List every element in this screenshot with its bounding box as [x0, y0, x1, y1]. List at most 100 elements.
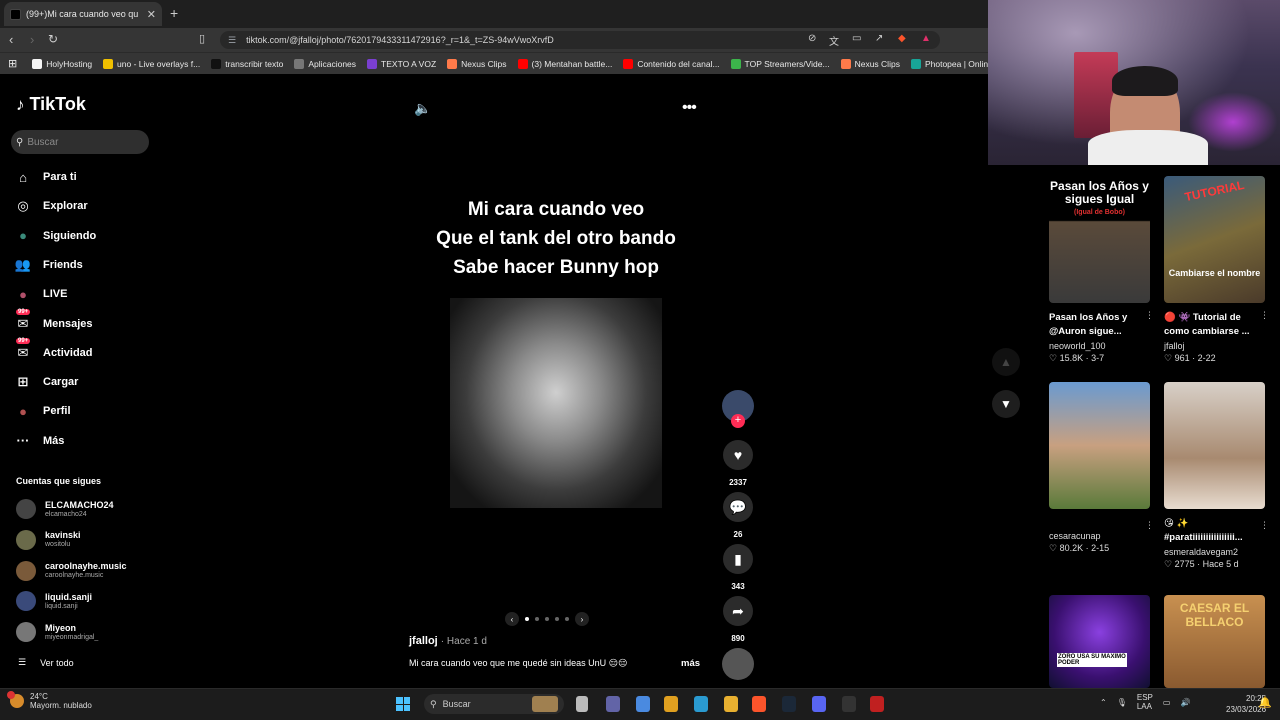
comment-action[interactable]: 💬 26 — [722, 492, 754, 539]
video-thumbnail[interactable]: CAESAR EL BELLACO — [1164, 595, 1265, 688]
site-info-icon[interactable]: ☰ — [228, 35, 236, 46]
browser-tab[interactable]: (99+)Mi cara cuando veo qu ✕ — [4, 2, 162, 26]
share-arrow-icon[interactable]: ➦ — [723, 596, 753, 626]
bookmark-item[interactable]: Photopea | Online P... — [910, 58, 988, 69]
bookmark-item[interactable]: Contenido del canal... — [623, 58, 720, 69]
author-name[interactable]: jfalloj — [409, 635, 438, 647]
sidebar-item-más[interactable]: ··· Más — [14, 431, 65, 451]
bookmark-item[interactable]: HolyHosting — [32, 58, 92, 69]
copilot-icon[interactable] — [636, 696, 650, 712]
network-icon[interactable]: ▭ — [1163, 698, 1171, 707]
kebab-menu-icon[interactable]: ⋮ — [1145, 310, 1154, 321]
app-red-icon[interactable] — [870, 696, 884, 712]
sidebar-item-cargar[interactable]: ⊞ Cargar — [14, 372, 79, 392]
more-options-icon[interactable]: ••• — [682, 99, 697, 117]
prev-slide-button[interactable]: ‹ — [505, 612, 519, 626]
translate-off-icon[interactable]: ⊘ — [808, 33, 816, 44]
sidebar-item-siguiendo[interactable]: ● Siguiendo — [14, 226, 96, 246]
like-action[interactable]: ♥ 2337 — [722, 440, 754, 487]
slide-dot[interactable] — [545, 617, 549, 621]
card-username[interactable]: esmeraldavegam2 — [1164, 547, 1265, 557]
sidebar-item-para-ti[interactable]: ⌂ Para ti — [14, 167, 77, 187]
windows-start-icon[interactable] — [396, 697, 410, 711]
next-post-button[interactable]: ▼ — [992, 390, 1020, 418]
heart-icon[interactable]: ♥ — [723, 440, 753, 470]
save-action[interactable]: ▮ 343 — [722, 544, 754, 591]
kebab-menu-icon[interactable]: ⋮ — [1260, 310, 1269, 321]
language-indicator[interactable]: ESP LAA — [1137, 693, 1153, 711]
video-thumbnail[interactable]: Pasan los Años y sigues Igual (Igual de B… — [1049, 176, 1150, 303]
bookmark-icon[interactable]: ▯ — [199, 32, 205, 45]
folder-icon[interactable] — [724, 696, 738, 712]
bookmark-item[interactable]: uno - Live overlays f... — [103, 58, 200, 69]
edge-icon[interactable] — [694, 696, 708, 712]
volume-icon[interactable]: 🔈 — [414, 100, 431, 117]
new-tab-button[interactable]: + — [170, 5, 178, 21]
bookmark-item[interactable]: (3) Mentahan battle... — [517, 58, 612, 69]
file-explorer-thumb-icon[interactable] — [532, 696, 558, 712]
microphone-icon[interactable]: 🎙 — [1117, 698, 1127, 707]
recommended-card[interactable]: ⋮ cesaracunap ♡ 80.2K · 2-15 — [1049, 382, 1154, 554]
bookmark-item[interactable]: TOP Streamers/Vide... — [730, 58, 830, 69]
kebab-menu-icon[interactable]: ⋮ — [1260, 520, 1269, 531]
card-username[interactable]: cesaracunap — [1049, 531, 1150, 541]
sidebar-item-perfil[interactable]: ● Perfil — [14, 401, 70, 421]
bookmark-item[interactable]: Nexus Clips — [840, 58, 900, 69]
reload-icon[interactable]: ↻ — [48, 32, 58, 46]
video-thumbnail[interactable] — [1164, 382, 1265, 509]
card-username[interactable]: neoworld_100 — [1049, 341, 1150, 351]
following-account[interactable]: liquid.sanji liquid.sanji — [16, 591, 92, 612]
card-title[interactable]: 😘 ✨ #paratiiiiiiiiiiiiiiii... — [1164, 517, 1265, 545]
bookmark-item[interactable]: TEXTO A VOZ — [367, 58, 436, 69]
next-slide-button[interactable]: › — [575, 612, 589, 626]
chevron-up-icon[interactable]: ⌃ — [1100, 698, 1107, 707]
brave-icon[interactable] — [752, 696, 766, 712]
following-account[interactable]: kavinski wositolu — [16, 529, 81, 550]
steam-icon[interactable] — [782, 696, 796, 712]
back-icon[interactable]: ‹ — [9, 32, 13, 47]
recommended-card[interactable]: Pasan los Años y sigues Igual (Igual de B… — [1049, 176, 1154, 364]
sidebar-item-live[interactable]: ● LIVE — [14, 284, 67, 304]
cast-icon[interactable]: ▭ — [852, 33, 861, 44]
card-username[interactable]: jfalloj — [1164, 341, 1265, 351]
recommended-card[interactable]: CAESAR EL BELLACO — [1164, 595, 1265, 688]
bookmark-save-icon[interactable]: ▮ — [723, 544, 753, 574]
chrome-icon[interactable] — [664, 696, 678, 712]
kebab-menu-icon[interactable]: ⋮ — [1145, 520, 1154, 531]
recommended-card[interactable]: ZORO USA SU MAXIMO PODER — [1049, 595, 1150, 688]
sidebar-item-friends[interactable]: 👥 Friends — [14, 255, 83, 275]
share-icon[interactable]: ↗ — [875, 33, 883, 44]
forward-icon[interactable]: › — [30, 32, 34, 47]
bookmark-item[interactable]: Aplicaciones — [294, 58, 356, 69]
translate-icon[interactable]: 文 — [829, 33, 839, 48]
music-disc-icon[interactable] — [722, 648, 754, 680]
recommended-card[interactable]: ⋮ 😘 ✨ #paratiiiiiiiiiiiiiiii... esmeraldav… — [1164, 382, 1269, 570]
following-account[interactable]: caroolnayhe.music caroolnayhe.music — [16, 560, 127, 581]
recommended-card[interactable]: TUTORIAL Cambiarse el nombre ⋮ 🔴 👾 Tutorial… — [1164, 176, 1269, 364]
slide-dot[interactable] — [535, 617, 539, 621]
teams-icon[interactable] — [606, 696, 620, 712]
obs-icon[interactable] — [842, 696, 856, 712]
sidebar-item-explorar[interactable]: ◎ Explorar — [14, 196, 87, 216]
close-tab-icon[interactable]: ✕ — [147, 8, 156, 21]
apps-grid-icon[interactable]: ⊞ — [8, 57, 17, 70]
video-thumbnail[interactable]: ZORO USA SU MAXIMO PODER — [1049, 595, 1150, 688]
search-input[interactable]: ⚲ Buscar — [11, 130, 149, 154]
video-thumbnail[interactable] — [1049, 382, 1150, 509]
comment-icon[interactable]: 💬 — [723, 492, 753, 522]
task-view-icon[interactable] — [576, 696, 588, 712]
sidebar-item-actividad[interactable]: ✉ 99+ Actividad — [14, 337, 93, 363]
see-all-link[interactable]: ☰ Ver todo — [18, 657, 74, 668]
sidebar-item-mensajes[interactable]: ✉ 99+ Mensajes — [14, 308, 93, 334]
follow-plus-button[interactable]: + — [731, 414, 745, 428]
speaker-icon[interactable]: 🔊 — [1180, 698, 1190, 707]
following-account[interactable]: ELCAMACHO24 elcamacho24 — [16, 499, 114, 519]
share-action[interactable]: ➦ 890 — [722, 596, 754, 643]
notification-icon[interactable]: 🔔 — [1258, 696, 1272, 709]
slide-dot[interactable] — [525, 617, 529, 621]
bookmark-item[interactable]: transcribir texto — [211, 58, 283, 69]
brave-shield-icon[interactable]: ◆ — [898, 33, 906, 44]
card-title[interactable]: Pasan los Años y @Auron sigue... — [1049, 311, 1150, 339]
tiktok-logo[interactable]: ♪ TikTok — [16, 94, 86, 115]
following-account[interactable]: Miyeon miyeonmadrigal_ — [16, 622, 98, 643]
